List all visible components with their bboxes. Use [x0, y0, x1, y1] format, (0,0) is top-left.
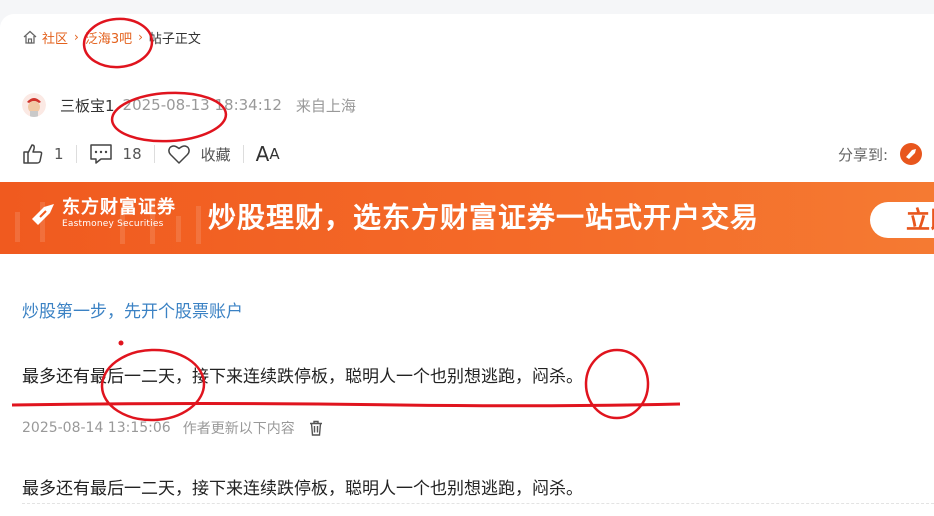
comment-button[interactable]: 18: [89, 143, 142, 165]
author-row: 三板宝1 2025-08-13 18:34:12 来自上海: [22, 93, 356, 117]
avatar[interactable]: [22, 93, 46, 117]
divider: [75, 145, 77, 163]
divider: [242, 145, 244, 163]
breadcrumb-forum-link[interactable]: 泛海3吧: [85, 28, 132, 47]
chevron-right-icon: ›: [74, 30, 79, 44]
breadcrumb: 社区 › 泛海3吧 › 帖子正文: [22, 27, 201, 47]
like-count: 1: [54, 145, 64, 163]
banner-slogan: 炒股理财，选东方财富证券一站式开户交易: [208, 201, 760, 234]
font-size-small: A: [269, 145, 280, 163]
author-name[interactable]: 三板宝1: [60, 95, 115, 116]
share-group: 分享到:: [838, 140, 922, 168]
home-icon[interactable]: [22, 29, 38, 45]
divider: [22, 503, 934, 504]
post-time: 2025-08-13 18:34:12: [122, 96, 282, 114]
update-label: 作者更新以下内容: [182, 421, 295, 437]
update-row: 2025-08-14 13:15:06 作者更新以下内容: [22, 418, 323, 438]
post-location: 来自上海: [295, 96, 356, 115]
heart-icon: [167, 145, 190, 164]
ad-banner[interactable]: 东方财富证券 Eastmoney Securities 炒股理财，选东方财富证券…: [0, 182, 934, 254]
post-body: 最多还有最后一二天，接下来连续跌停板，聪明人一个也别想逃跑，闷杀。: [22, 367, 583, 387]
banner-logo: 东方财富证券 Eastmoney Securities: [30, 198, 176, 230]
breadcrumb-current: 帖子正文: [148, 31, 201, 47]
banner-cta-button[interactable]: 立即: [870, 202, 934, 238]
update-body: 最多还有最后一二天，接下来连续跌停板，聪明人一个也别想逃跑，闷杀。: [22, 479, 583, 499]
update-time: 2025-08-14 13:15:06: [22, 420, 171, 436]
promo-link[interactable]: 炒股第一步，先开个股票账户: [22, 297, 243, 322]
comment-count: 18: [122, 145, 142, 163]
trash-icon[interactable]: [309, 420, 323, 436]
favorite-button[interactable]: 收藏: [167, 143, 231, 165]
share-label: 分享到:: [837, 145, 888, 164]
action-bar: 1 18 收藏 AA 分享到:: [22, 140, 922, 168]
divider: [153, 145, 155, 163]
like-button[interactable]: 1: [22, 143, 64, 165]
banner-logo-en: Eastmoney Securities: [62, 219, 164, 229]
font-size-button[interactable]: AA: [256, 142, 280, 166]
comment-icon: [89, 144, 112, 164]
share-logo-icon[interactable]: [900, 143, 922, 165]
thumbs-up-icon: [23, 144, 43, 164]
breadcrumb-home-link[interactable]: 社区: [42, 28, 68, 47]
eastmoney-logo-icon: [32, 204, 54, 225]
chevron-right-icon: ›: [138, 30, 143, 44]
banner-logo-cn: 东方财富证券: [62, 197, 176, 218]
favorite-label: 收藏: [200, 145, 231, 164]
post-card: [0, 14, 934, 516]
font-size-big: A: [255, 142, 270, 166]
